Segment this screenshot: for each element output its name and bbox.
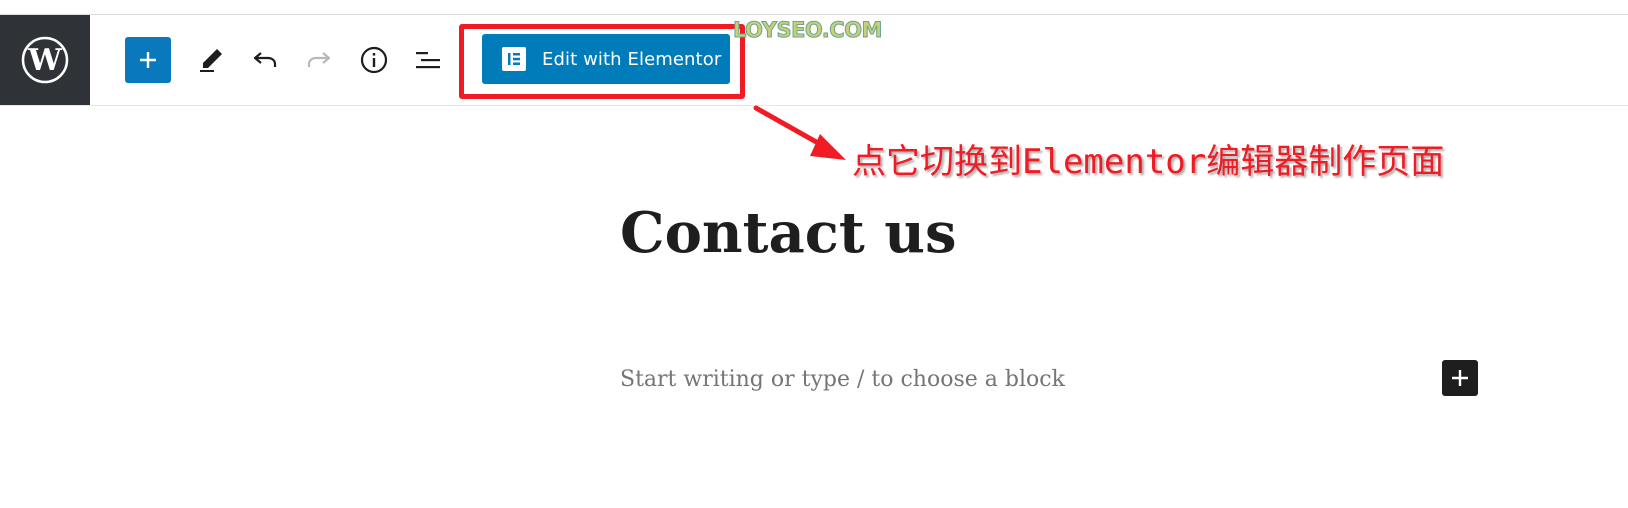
- elementor-icon: [502, 47, 526, 71]
- redo-button[interactable]: [296, 37, 342, 83]
- watermark-text: LOYSEO.COM: [733, 18, 883, 43]
- edit-with-elementor-button[interactable]: Edit with Elementor: [482, 34, 730, 84]
- edit-with-elementor-label: Edit with Elementor: [542, 48, 722, 70]
- svg-text:W: W: [27, 43, 63, 78]
- annotation-text: 点它切换到Elementor编辑器制作页面: [852, 142, 1445, 182]
- add-block-button[interactable]: [125, 37, 171, 83]
- block-placeholder[interactable]: Start writing or type / to choose a bloc…: [620, 367, 1065, 392]
- undo-button[interactable]: [242, 37, 288, 83]
- list-view-icon: [416, 52, 440, 69]
- tools-button[interactable]: [188, 37, 234, 83]
- wordpress-logo-button[interactable]: W: [0, 15, 90, 105]
- plus-icon: [140, 52, 156, 68]
- block-inserter-button[interactable]: [1442, 360, 1478, 396]
- page-title[interactable]: Contact us: [620, 200, 957, 266]
- details-button[interactable]: [351, 37, 397, 83]
- annotation-arrow-icon: [753, 105, 846, 160]
- list-view-button[interactable]: [405, 37, 451, 83]
- wordpress-icon: W: [21, 36, 69, 84]
- info-icon: [360, 46, 388, 74]
- pencil-icon: [200, 49, 222, 72]
- undo-icon: [253, 52, 277, 67]
- redo-icon: [307, 52, 331, 67]
- plus-icon: [1452, 370, 1468, 386]
